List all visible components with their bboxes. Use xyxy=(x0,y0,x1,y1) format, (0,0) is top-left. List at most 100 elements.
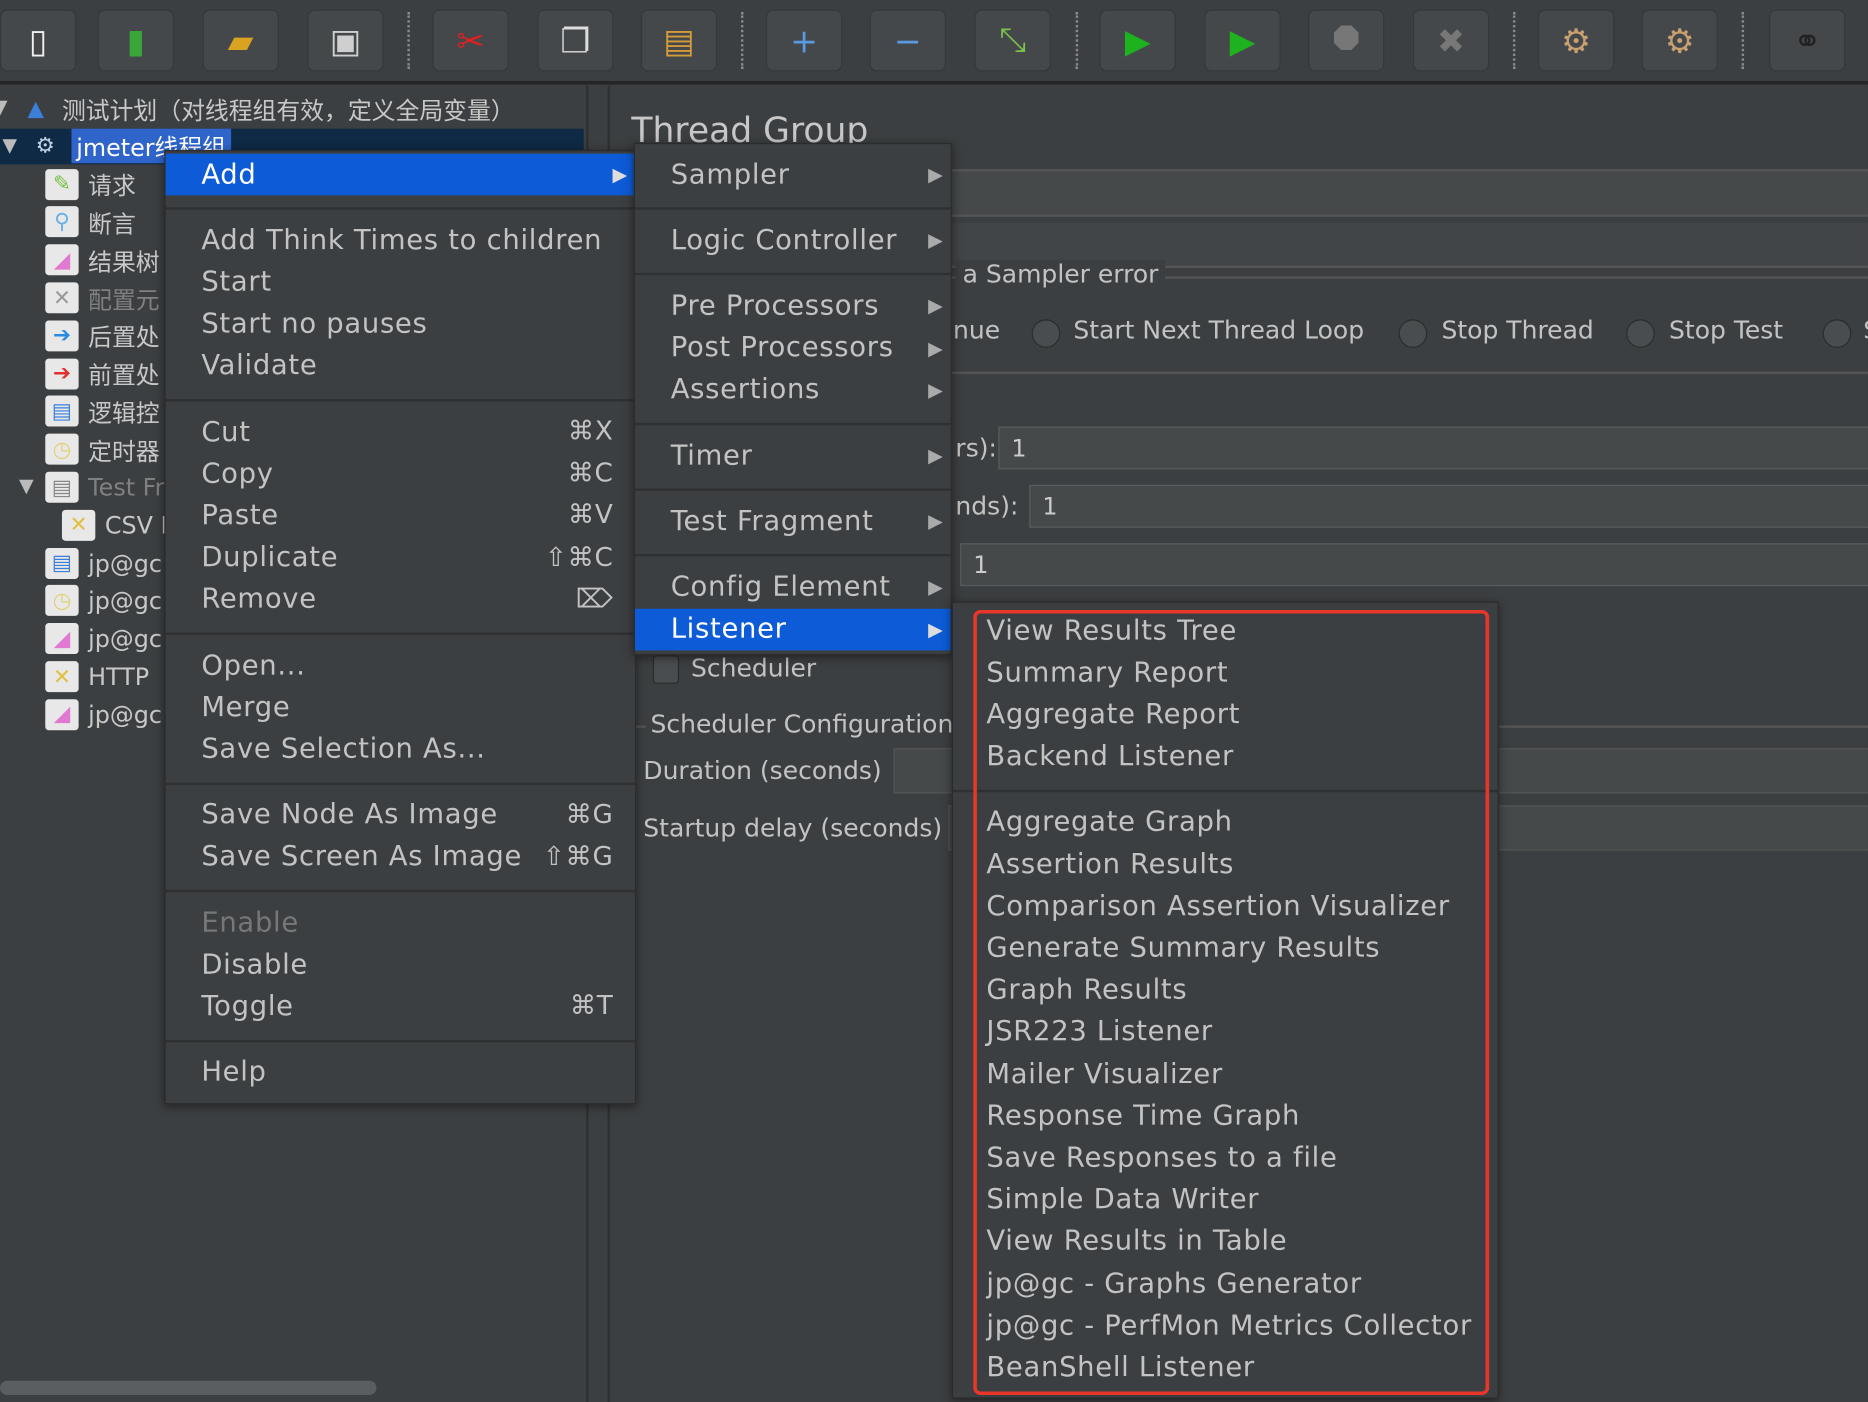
tree-node[interactable]: ▤ Test Fr xyxy=(45,469,164,505)
tree-horizontal-scrollbar[interactable] xyxy=(0,1380,377,1396)
menu-item-add-think-times-to-children[interactable]: Add Think Times to children xyxy=(166,219,635,261)
toggle-button[interactable]: ⤡ xyxy=(974,9,1051,72)
menu-item-duplicate[interactable]: Duplicate ⇧⌘C xyxy=(166,537,635,579)
menu-item-cut[interactable]: Cut ⌘X xyxy=(166,411,635,453)
radio-stop-thread[interactable] xyxy=(1398,319,1428,348)
menu-item-help[interactable]: Help xyxy=(166,1051,635,1093)
menu-item-mailer-visualizer[interactable]: Mailer Visualizer xyxy=(953,1053,1497,1095)
menu-item-start-no-pauses[interactable]: Start no pauses xyxy=(166,303,635,345)
tree-node[interactable]: ◷ jp@gc xyxy=(45,583,162,619)
tree-node[interactable]: ✕ HTTP xyxy=(45,659,149,695)
menu-item-simple-data-writer[interactable]: Simple Data Writer xyxy=(953,1179,1497,1221)
menu-item-save-responses-to-a-file[interactable]: Save Responses to a file xyxy=(953,1137,1497,1179)
menu-item-jp-gc-perfmon-metrics-collector[interactable]: jp@gc - PerfMon Metrics Collector xyxy=(953,1305,1497,1347)
menu-item-label: Simple Data Writer xyxy=(986,1184,1260,1216)
open-button[interactable]: ▰ xyxy=(202,9,279,72)
menu-item-test-fragment[interactable]: Test Fragment ▶ xyxy=(635,501,951,543)
menu-item-save-screen-as-image[interactable]: Save Screen As Image ⇧⌘G xyxy=(166,836,635,878)
radio-stop-test[interactable] xyxy=(1626,319,1655,348)
menu-item-paste[interactable]: Paste ⌘V xyxy=(166,495,635,537)
threads-input[interactable]: 1 xyxy=(998,426,1868,470)
templates-button[interactable]: ▮ xyxy=(97,9,174,72)
menu-item-sampler[interactable]: Sampler ▶ xyxy=(635,154,951,196)
menu-item-start[interactable]: Start xyxy=(166,261,635,303)
clear-button[interactable]: ⚙ xyxy=(1537,9,1615,72)
menu-item-backend-listener[interactable]: Backend Listener xyxy=(953,736,1497,778)
start-button[interactable]: ▶ xyxy=(1099,9,1176,72)
menu-item-remove[interactable]: Remove ⌦ xyxy=(166,579,635,621)
new-button[interactable]: ▯ xyxy=(0,9,77,72)
tree-node[interactable]: ⚲ 断言 xyxy=(45,204,136,240)
shutdown-button[interactable]: ✖ xyxy=(1412,9,1490,72)
menu-item-jp-gc-graphs-generator[interactable]: jp@gc - Graphs Generator xyxy=(953,1263,1497,1305)
menu-item-graph-results[interactable]: Graph Results xyxy=(953,969,1497,1011)
menu-item-add[interactable]: Add ▶ xyxy=(165,153,635,196)
radio-stop-test-now[interactable] xyxy=(1822,319,1852,348)
tree-node[interactable]: ◢ jp@gc xyxy=(45,621,162,657)
menu-item-merge[interactable]: Merge xyxy=(166,686,635,728)
config-tools-icon: ✕ xyxy=(61,509,96,541)
menu-item-beanshell-listener[interactable]: BeanShell Listener xyxy=(953,1347,1497,1389)
menu-item-listener[interactable]: Listener ▶ xyxy=(634,608,951,651)
menu-item-assertion-results[interactable]: Assertion Results xyxy=(953,843,1497,885)
expand-all-button[interactable]: + xyxy=(766,9,843,72)
timer-clock-icon: ◷ xyxy=(45,433,79,465)
stop-button[interactable]: ⯃ xyxy=(1308,9,1385,72)
collapse-all-button[interactable]: − xyxy=(869,9,946,72)
rampup-input[interactable]: 1 xyxy=(1029,484,1868,528)
tree-node[interactable]: ◷ 定时器 xyxy=(45,431,160,467)
start-no-pauses-button[interactable]: ▶ xyxy=(1204,9,1281,72)
menu-item-disable[interactable]: Disable xyxy=(166,944,635,986)
tree-node[interactable]: ✎ 请求 xyxy=(45,166,136,202)
copy-button[interactable]: ❐ xyxy=(537,9,614,72)
tree-node[interactable]: ➔ 后置处 xyxy=(45,318,160,354)
menu-item-open[interactable]: Open... xyxy=(166,644,635,686)
search-binoculars-button[interactable]: ⚭ xyxy=(1769,9,1846,72)
menu-item-save-node-as-image[interactable]: Save Node As Image ⌘G xyxy=(166,794,635,836)
menu-item-aggregate-report[interactable]: Aggregate Report xyxy=(953,694,1497,736)
menu-item-jsr223-listener[interactable]: JSR223 Listener xyxy=(953,1011,1497,1053)
tree-node[interactable]: ▤ jp@gc xyxy=(45,545,162,581)
clear-all-button[interactable]: ⚙ xyxy=(1641,9,1718,72)
menu-item-comparison-assertion-visualizer[interactable]: Comparison Assertion Visualizer xyxy=(953,885,1497,927)
context-menu: Add ▶ Add Think Times to children Start Star… xyxy=(164,150,637,1105)
expand-arrow-icon[interactable]: ▼ xyxy=(0,95,8,118)
menu-item-view-results-in-table[interactable]: View Results in Table xyxy=(953,1221,1497,1263)
menu-item-generate-summary-results[interactable]: Generate Summary Results xyxy=(953,927,1497,969)
expand-arrow-icon[interactable]: ▼ xyxy=(19,474,34,497)
tree-node[interactable]: ◢ jp@gc xyxy=(45,697,162,733)
tree-node[interactable]: ✕ CSV D xyxy=(61,507,179,543)
paste-button[interactable]: ▤ xyxy=(640,9,718,72)
tree-node[interactable]: ◢ 结果树 xyxy=(45,242,160,278)
scheduler-checkbox[interactable] xyxy=(652,655,680,684)
save-button[interactable]: ▣ xyxy=(307,9,384,72)
cut-button[interactable]: ✂ xyxy=(432,9,509,72)
radio-start-next-thread-loop[interactable] xyxy=(1031,319,1061,348)
submenu-arrow-icon: ▶ xyxy=(928,336,944,360)
menu-item-logic-controller[interactable]: Logic Controller ▶ xyxy=(635,219,951,261)
menu-item-pre-processors[interactable]: Pre Processors ▶ xyxy=(635,285,951,327)
menu-item-assertions[interactable]: Assertions ▶ xyxy=(635,369,951,411)
menu-item-summary-report[interactable]: Summary Report xyxy=(953,652,1497,694)
expand-arrow-icon[interactable]: ▼ xyxy=(2,133,17,156)
loop-count-input[interactable]: 1 xyxy=(960,543,1868,587)
tree-node[interactable]: ▲ 测试计划（对线程组有效，定义全局变量） xyxy=(19,91,515,127)
menu-item-copy[interactable]: Copy ⌘C xyxy=(166,453,635,495)
menu-separator xyxy=(634,207,951,210)
menu-item-toggle[interactable]: Toggle ⌘T xyxy=(166,986,635,1028)
menu-item-timer[interactable]: Timer ▶ xyxy=(635,435,951,477)
menu-item-view-results-tree[interactable]: View Results Tree xyxy=(953,610,1497,652)
tree-node[interactable]: ➔ 前置处 xyxy=(45,356,160,392)
menu-item-label: Listener xyxy=(670,613,787,645)
menu-item-response-time-graph[interactable]: Response Time Graph xyxy=(953,1095,1497,1137)
menu-item-save-selection-as[interactable]: Save Selection As... xyxy=(166,728,635,770)
tree-node[interactable]: ✕ 配置元 xyxy=(45,280,160,316)
menu-item-label: Save Screen As Image xyxy=(201,841,523,873)
menu-item-config-element[interactable]: Config Element ▶ xyxy=(635,566,951,608)
menu-item-validate[interactable]: Validate xyxy=(166,345,635,387)
tree-node[interactable]: ▤ 逻辑控 xyxy=(45,394,160,430)
menu-item-post-processors[interactable]: Post Processors ▶ xyxy=(635,327,951,369)
rampup-label: nds): xyxy=(955,492,1019,521)
shortcut-label: ⌘G xyxy=(565,800,614,830)
menu-item-aggregate-graph[interactable]: Aggregate Graph xyxy=(953,802,1497,844)
